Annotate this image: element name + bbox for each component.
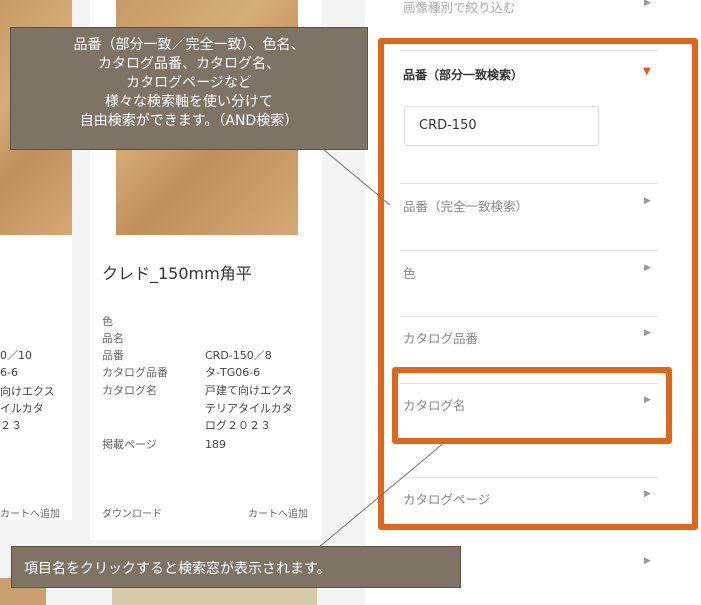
callout-line: カタログページなど — [126, 75, 252, 91]
catalog-name-value: ログ２０２３ — [205, 419, 271, 432]
catalog-number-value: タ-TG06-6 — [205, 366, 261, 379]
spec-value: 向けエクス — [0, 385, 55, 398]
add-to-cart-link[interactable]: カートへ追加 — [248, 505, 308, 520]
callout-line: 自由検索ができます。（AND検索） — [79, 113, 299, 129]
filter-highlight-frame — [378, 38, 698, 530]
callout-line: カタログ品番、カタログ名、 — [98, 56, 280, 72]
search-axis-callout: 品番（部分一致／完全一致）、色名、 カタログ品番、カタログ名、 カタログページな… — [10, 27, 368, 150]
spec-value: イルカタ — [0, 402, 44, 415]
spec-label: カタログ名 — [102, 384, 157, 397]
product-title[interactable]: クレド_150mm角平 — [102, 260, 252, 284]
part-number-value: CRD-150／8 — [205, 349, 272, 362]
catalog-name-value: テリアタイルカタ — [205, 402, 293, 415]
callout-line: 様々な検索軸を使い分けて — [105, 94, 273, 110]
catalog-name-highlight-frame — [392, 367, 672, 444]
chevron-right-icon: ▶ — [644, 0, 651, 8]
spec-label: 品番 — [102, 349, 124, 362]
spec-label: 品名 — [102, 332, 124, 345]
catalog-name-value: 戸建て向けエクス — [205, 384, 293, 397]
click-item-callout: 項目名をクリックすると検索窓が表示されます。 — [11, 546, 461, 588]
spec-label: 色 — [102, 315, 113, 328]
spec-value: 6-6 — [0, 366, 18, 379]
spec-value: 0／10 — [0, 349, 32, 362]
callout-line: 品番（部分一致／完全一致）、色名、 — [73, 37, 305, 53]
page-value: 189 — [205, 438, 226, 451]
download-link[interactable]: ダウンロード — [102, 505, 162, 520]
chevron-right-icon: ▶ — [644, 556, 651, 566]
spec-label: 掲載ページ — [102, 438, 157, 451]
add-to-cart-link[interactable]: カートへ追加 — [0, 505, 60, 520]
filter-image-type[interactable]: 画像種別で絞り込む — [403, 0, 516, 16]
spec-value: ２３ — [0, 419, 22, 432]
spec-label: カタログ品番 — [102, 366, 168, 379]
